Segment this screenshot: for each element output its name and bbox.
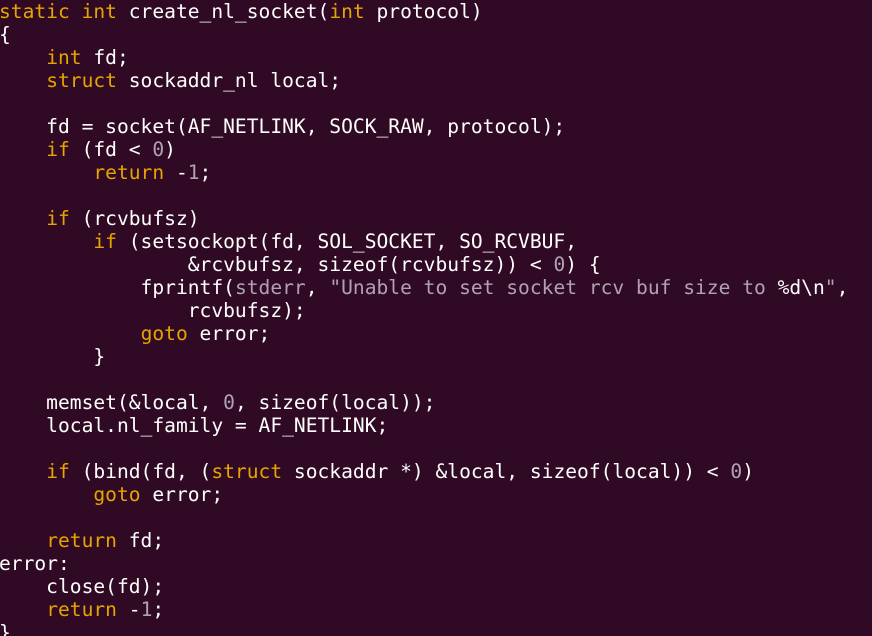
code-keyword: struct bbox=[46, 69, 117, 92]
code-text: ) bbox=[164, 138, 176, 161]
code-text: (fd < bbox=[69, 138, 153, 161]
code-line: memset(&local, 0, sizeof(local)); bbox=[0, 391, 848, 414]
code-text: memset(&local, bbox=[0, 391, 224, 414]
code-text: (rcvbufsz) bbox=[69, 207, 200, 230]
code-line: int fd; bbox=[0, 46, 848, 69]
code-line: struct sockaddr_nl local; bbox=[0, 69, 848, 92]
code-text: error: bbox=[0, 552, 70, 575]
code-line: } bbox=[0, 621, 848, 636]
code-text: %d\n bbox=[777, 276, 825, 299]
code-line: fprintf(stderr, "Unable to set socket rc… bbox=[0, 276, 849, 299]
code-keyword: static int bbox=[0, 0, 117, 23]
code-line: &rcvbufsz, sizeof(rcvbufsz)) < 0) { bbox=[0, 253, 848, 276]
code-text: (setsockopt(fd, SOL_SOCKET, SO_RCVBUF, bbox=[116, 230, 578, 253]
code-line: if (bind(fd, (struct sockaddr *) &local,… bbox=[0, 460, 848, 483]
code-literal: "Unable to set socket rcv buf size to bbox=[329, 276, 778, 299]
code-text: , sizeof(local)); bbox=[234, 391, 436, 414]
code-keyword: goto bbox=[140, 322, 188, 345]
code-line: goto error; bbox=[0, 483, 848, 506]
code-literal: 0 bbox=[152, 138, 165, 161]
code-keyword: if bbox=[46, 138, 70, 161]
code-text: fd = socket(AF_NETLINK, SOCK_RAW, protoc… bbox=[0, 115, 566, 138]
code-literal: 0 bbox=[730, 460, 743, 483]
code-line: error: bbox=[0, 552, 848, 575]
code-view[interactable]: static int create_nl_socket(int protocol… bbox=[0, 0, 848, 636]
code-text: local.nl_family = AF_NETLINK; bbox=[0, 414, 389, 437]
code-line: goto error; bbox=[0, 322, 848, 345]
code-line: return -1; bbox=[0, 161, 848, 184]
code-line: return fd; bbox=[0, 529, 848, 552]
code-keyword: return bbox=[46, 598, 117, 621]
code-line: local.nl_family = AF_NETLINK; bbox=[0, 414, 848, 437]
code-editor[interactable]: static int create_nl_socket(int protocol… bbox=[0, 0, 872, 636]
code-text: - bbox=[164, 161, 188, 184]
code-literal: 1 bbox=[140, 598, 153, 621]
code-keyword: if bbox=[46, 207, 70, 230]
code-keyword: return bbox=[46, 529, 117, 552]
code-text: ; bbox=[199, 161, 212, 184]
code-line: close(fd); bbox=[0, 575, 848, 598]
code-line: static int create_nl_socket(int protocol… bbox=[0, 0, 848, 23]
code-line: if (rcvbufsz) bbox=[0, 207, 848, 230]
code-text: (bind(fd, ( bbox=[69, 460, 212, 483]
code-text: sockaddr_nl local; bbox=[116, 69, 342, 92]
code-text: fprintf( bbox=[0, 276, 235, 299]
code-literal: 0 bbox=[223, 391, 235, 414]
code-text: fd; bbox=[116, 529, 165, 552]
code-line: if (setsockopt(fd, SOL_SOCKET, SO_RCVBUF… bbox=[0, 230, 848, 253]
code-text: protocol) bbox=[364, 0, 483, 23]
code-text: ) { bbox=[565, 253, 601, 276]
code-text: } bbox=[0, 621, 11, 636]
code-literal: " bbox=[824, 276, 837, 299]
code-text: create_nl_socket( bbox=[116, 0, 330, 23]
code-line: fd = socket(AF_NETLINK, SOCK_RAW, protoc… bbox=[0, 115, 848, 138]
code-literal: 0 bbox=[553, 253, 566, 276]
code-text: - bbox=[116, 598, 141, 621]
code-text: close(fd); bbox=[0, 575, 165, 598]
code-text: sockaddr *) &local, sizeof(local)) < bbox=[282, 460, 731, 483]
code-keyword: if bbox=[46, 460, 70, 483]
code-keyword: return bbox=[93, 161, 165, 184]
code-text: fd; bbox=[81, 46, 129, 69]
code-literal: stderr bbox=[234, 276, 306, 299]
code-line: { bbox=[0, 23, 848, 46]
code-text: &rcvbufsz, sizeof(rcvbufsz)) < bbox=[0, 253, 554, 276]
code-keyword: int bbox=[329, 0, 365, 23]
code-keyword: struct bbox=[211, 460, 283, 483]
code-text: error; bbox=[140, 483, 224, 506]
code-text: ) bbox=[742, 460, 754, 483]
code-text: { bbox=[0, 23, 11, 46]
code-line: if (fd < 0) bbox=[0, 138, 848, 161]
code-keyword: int bbox=[46, 46, 82, 69]
code-line: rcvbufsz); bbox=[0, 299, 848, 322]
code-literal: 1 bbox=[187, 161, 200, 184]
code-text: } bbox=[0, 345, 106, 368]
code-text: , bbox=[305, 276, 330, 299]
code-text: , bbox=[836, 276, 849, 299]
code-keyword: if bbox=[93, 230, 117, 253]
code-line: return -1; bbox=[0, 598, 848, 621]
code-text: error; bbox=[187, 322, 271, 345]
code-text: rcvbufsz); bbox=[0, 299, 306, 322]
code-line: } bbox=[0, 345, 848, 368]
code-keyword: goto bbox=[93, 483, 141, 506]
code-text: ; bbox=[152, 598, 165, 621]
